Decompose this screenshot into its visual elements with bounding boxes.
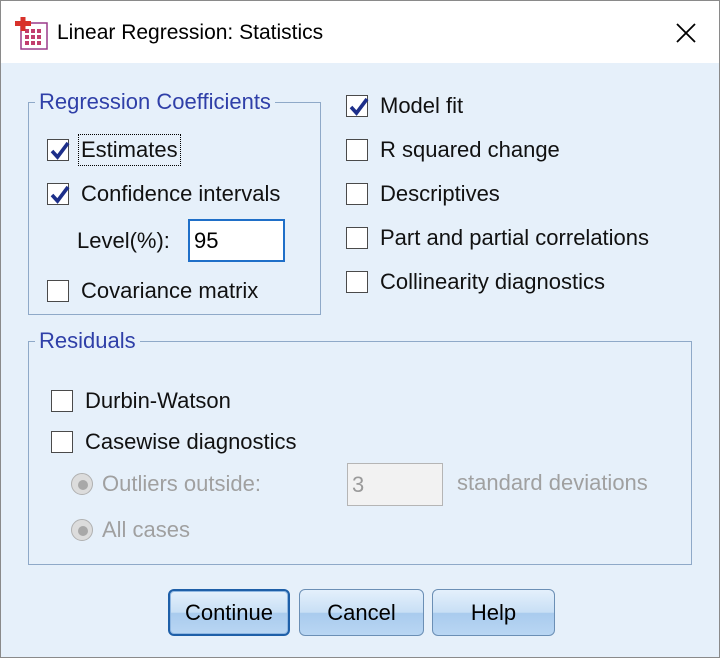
standard-deviations-label: standard deviations	[457, 470, 648, 495]
cancel-button[interactable]: Cancel	[299, 589, 424, 636]
casewise-diagnostics-checkbox[interactable]	[51, 431, 73, 453]
covariance-matrix-checkbox[interactable]	[47, 280, 69, 302]
close-button[interactable]	[663, 13, 709, 53]
confidence-intervals-checkbox-row[interactable]: Confidence intervals	[47, 179, 280, 209]
spss-app-icon	[15, 17, 49, 51]
part-partial-correlations-checkbox-row[interactable]: Part and partial correlations	[346, 223, 649, 253]
checkmark-icon	[349, 97, 369, 116]
checkmark-icon	[50, 185, 70, 204]
outliers-std-input[interactable]	[347, 463, 443, 506]
r-squared-change-label: R squared change	[380, 137, 560, 162]
part-partial-correlations-checkbox[interactable]	[346, 227, 368, 249]
outliers-outside-radio[interactable]	[71, 473, 93, 495]
close-icon	[676, 23, 696, 43]
continue-button[interactable]: Continue	[168, 589, 290, 636]
durbin-watson-checkbox[interactable]	[51, 390, 73, 412]
collinearity-diagnostics-label: Collinearity diagnostics	[380, 269, 605, 294]
descriptives-label: Descriptives	[380, 181, 500, 206]
casewise-diagnostics-label: Casewise diagnostics	[85, 429, 297, 454]
casewise-diagnostics-checkbox-row[interactable]: Casewise diagnostics	[51, 427, 297, 457]
regression-coefficients-legend: Regression Coefficients	[35, 89, 275, 115]
level-row: Level(%):	[77, 220, 170, 262]
help-button[interactable]: Help	[432, 589, 555, 636]
dialog-window: Linear Regression: Statistics Regression…	[0, 0, 720, 658]
outliers-outside-label: Outliers outside:	[102, 471, 261, 496]
confidence-intervals-label: Confidence intervals	[81, 181, 281, 206]
durbin-watson-checkbox-row[interactable]: Durbin-Watson	[51, 386, 231, 416]
all-cases-radio-row[interactable]: All cases	[71, 515, 190, 545]
estimates-label: Estimates	[78, 134, 181, 166]
estimates-checkbox[interactable]	[47, 139, 70, 161]
estimates-checkbox-row[interactable]: Estimates	[47, 134, 181, 166]
model-fit-label: Model fit	[380, 93, 464, 118]
collinearity-diagnostics-checkbox-row[interactable]: Collinearity diagnostics	[346, 267, 605, 297]
level-input[interactable]	[188, 219, 285, 262]
descriptives-checkbox[interactable]	[346, 183, 368, 205]
all-cases-radio[interactable]	[71, 519, 93, 541]
checkmark-icon	[50, 141, 70, 160]
covariance-matrix-checkbox-row[interactable]: Covariance matrix	[47, 276, 258, 306]
r-squared-change-checkbox-row[interactable]: R squared change	[346, 135, 560, 165]
all-cases-label: All cases	[102, 517, 191, 542]
covariance-matrix-label: Covariance matrix	[81, 278, 259, 303]
part-partial-correlations-label: Part and partial correlations	[380, 225, 650, 250]
descriptives-checkbox-row[interactable]: Descriptives	[346, 179, 500, 209]
model-fit-checkbox-row[interactable]: Model fit	[346, 91, 463, 121]
outliers-outside-radio-row[interactable]: Outliers outside:	[71, 469, 261, 499]
r-squared-change-checkbox[interactable]	[346, 139, 368, 161]
confidence-intervals-checkbox[interactable]	[47, 183, 70, 205]
window-title: Linear Regression: Statistics	[57, 21, 324, 44]
title-bar: Linear Regression: Statistics	[1, 1, 719, 63]
model-fit-checkbox[interactable]	[346, 95, 369, 117]
collinearity-diagnostics-checkbox[interactable]	[346, 271, 368, 293]
residuals-legend: Residuals	[35, 328, 140, 354]
durbin-watson-label: Durbin-Watson	[85, 388, 231, 413]
level-label: Level(%):	[77, 228, 170, 253]
